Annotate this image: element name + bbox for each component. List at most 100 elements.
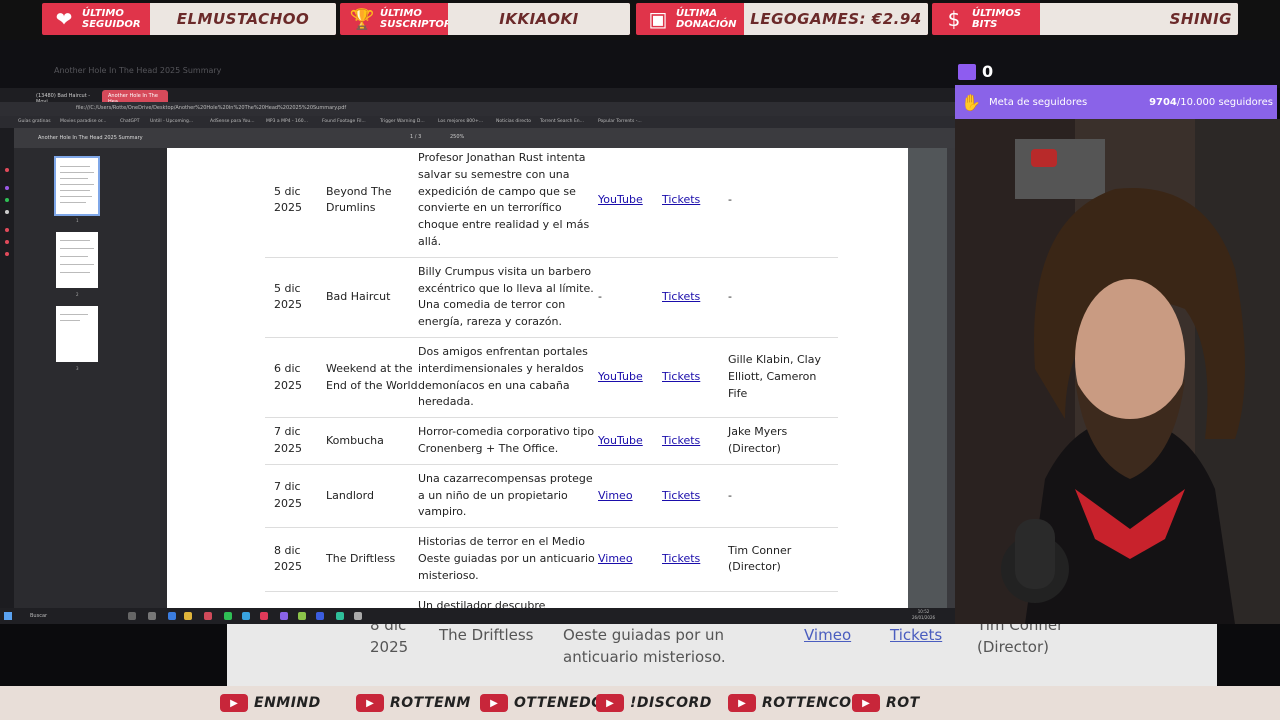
tickets-link[interactable]: Tickets — [662, 489, 700, 502]
app-icon[interactable] — [260, 612, 268, 620]
scrollbar[interactable] — [947, 148, 955, 608]
film-title-cell: Beyond The Drumlins — [326, 148, 418, 258]
viewer-count: 0 — [982, 62, 994, 81]
alert-label: Último suscriptor — [380, 8, 452, 30]
discord-icon: ▶ — [596, 694, 624, 712]
x-icon[interactable] — [5, 210, 9, 214]
tickets-link[interactable]: Tickets — [662, 434, 700, 447]
page-indicator[interactable]: 1 / 3 — [410, 134, 421, 140]
tickets-link[interactable]: Tickets — [662, 370, 700, 383]
bookmark-item[interactable]: ChatGPT — [120, 119, 139, 124]
tab-youtube[interactable]: (13480) Bad Haircut - Movi — [30, 90, 100, 105]
sidebar-icon[interactable] — [5, 186, 9, 190]
bookmark-item[interactable]: AdSense para You... — [210, 119, 255, 124]
address-bar[interactable]: file:///C:/Users/Rotte/OneDrive/Desktop/… — [0, 102, 955, 116]
app-icon[interactable] — [148, 612, 156, 620]
tickets-link-cell: Tickets — [662, 417, 728, 465]
trailer-link-cell: Vimeo — [598, 527, 662, 592]
trailer-link[interactable]: YouTube — [598, 434, 643, 447]
bookmark-item[interactable]: Movies paradise or... — [60, 119, 106, 124]
bookmark-item[interactable]: Guías gratinas — [18, 119, 51, 124]
alert-value: ELMUSTACHOO — [150, 3, 336, 35]
steam-icon: ▶ — [356, 694, 384, 712]
film-title-cell: Bad Haircut — [326, 257, 418, 338]
ticker-text: ENMIND — [254, 695, 321, 711]
film-director-cell: - — [728, 148, 838, 258]
pdf-viewer[interactable]: 5 dic 2025 Beyond The Drumlins Profesor Jo… — [167, 148, 947, 608]
bookmark-item[interactable]: Untill - Upcoming... — [150, 119, 193, 124]
pdf-toolbar: Another Hole In The Head 2025 Summary 1 … — [14, 128, 955, 148]
tab-pdf[interactable]: Another Hole In The Hea — [102, 90, 168, 105]
film-date-cell: 5 dic 2025 — [265, 257, 326, 338]
trailer-link[interactable]: YouTube — [598, 370, 643, 383]
trailer-link[interactable]: Vimeo — [598, 489, 633, 502]
tab-bar: (13480) Bad Haircut - Movi Another Hole … — [0, 88, 955, 105]
trailer-link-cell: Vimeo — [598, 464, 662, 529]
bookmark-item[interactable]: Found Footage Fil... — [322, 119, 366, 124]
bg-tickets-link: Tickets — [890, 626, 943, 644]
thumbnail-page-1[interactable] — [54, 156, 100, 216]
whatsapp-icon[interactable] — [224, 612, 232, 620]
film-date-cell — [265, 591, 326, 608]
film-director: - — [728, 192, 732, 206]
start-icon[interactable] — [4, 612, 12, 620]
heart-icon: ❤ — [55, 7, 73, 31]
browser-sidebar — [0, 128, 14, 608]
app-icon[interactable] — [336, 612, 344, 620]
bookmark-item[interactable]: Popular Torrents -... — [598, 119, 642, 124]
sidebar-icon[interactable] — [5, 240, 9, 244]
bookmarks-bar: Guías gratinas Movies paradise or... Cha… — [0, 116, 955, 128]
bookmark-item[interactable]: MP3 a MP4 - 160... — [266, 119, 308, 124]
bookmark-item[interactable]: Trigger Warning D... — [380, 119, 425, 124]
alert-last-bits: $ Últimos bits SHINIG — [932, 3, 1238, 35]
money-bag-icon: $ — [947, 7, 961, 31]
alert-last-subscriber: 🏆 Último suscriptor IKKIAOKI — [340, 3, 630, 35]
follower-goal: ✋ Meta de seguidores 9704/10.000 seguido… — [955, 85, 1277, 119]
film-date: 7 dic 2025 — [274, 480, 302, 510]
folder-icon[interactable] — [184, 612, 192, 620]
trailer-link-cell — [598, 591, 662, 608]
bookmark-item[interactable]: Los mejores 800+... — [438, 119, 483, 124]
film-director-cell: - — [728, 257, 838, 338]
browser-icon[interactable] — [204, 612, 212, 620]
film-title: Landlord — [326, 488, 374, 502]
bookmark-item[interactable]: Noticias directo — [496, 119, 531, 124]
thumbnail-page-2[interactable] — [56, 232, 98, 288]
ticker-item: ▶ ROTTENM — [356, 686, 471, 720]
trailer-link[interactable]: YouTube — [598, 193, 643, 206]
thumbnail-page-3[interactable] — [56, 306, 98, 362]
trailer-link-cell: YouTube — [598, 337, 662, 419]
film-description-cell: Historias de terror en el Medio Oeste gu… — [418, 527, 598, 592]
tickets-link[interactable]: Tickets — [662, 552, 700, 565]
taskbar-search[interactable]: Buscar — [18, 611, 118, 621]
app-icon[interactable] — [316, 612, 324, 620]
taskview-icon[interactable] — [128, 612, 136, 620]
goal-value: 9704/10.000 seguidores — [1149, 97, 1273, 108]
url-text[interactable]: file:///C:/Users/Rotte/OneDrive/Desktop/… — [76, 105, 346, 111]
table-row: 8 dic 2025 The Driftless Historias de terr… — [265, 527, 838, 592]
sidebar-icon[interactable] — [5, 228, 9, 232]
app-icon[interactable] — [280, 612, 288, 620]
film-date-cell: 7 dic 2025 — [265, 464, 326, 529]
bookmark-item[interactable]: Torrent Search En... — [540, 119, 584, 124]
table-row: 7 dic 2025 Kombucha Horror-comedia corpora… — [265, 417, 838, 465]
sidebar-icon[interactable] — [5, 168, 9, 172]
taskbar-clock[interactable]: 10:52 26/01/2026 — [912, 609, 935, 621]
tickets-link-cell: Tickets — [662, 527, 728, 592]
table-row: Un destilador descubre — [265, 591, 838, 608]
app-icon[interactable] — [242, 612, 250, 620]
app-icon[interactable] — [168, 612, 176, 620]
sidebar-icon[interactable] — [5, 252, 9, 256]
whatsapp-icon[interactable] — [5, 198, 9, 202]
bg-director-1: Tim Conner — [977, 624, 1064, 634]
page-current[interactable]: 1 — [410, 134, 413, 140]
trailer-link[interactable]: Vimeo — [598, 552, 633, 565]
app-icon[interactable] — [354, 612, 362, 620]
pdf-title: Another Hole In The Head 2025 Summary — [38, 135, 143, 141]
trophy-icon: 🏆 — [349, 7, 375, 31]
film-director-cell: Jake Myers (Director) — [728, 417, 838, 465]
zoom-level[interactable]: 250% — [450, 134, 464, 140]
app-icon[interactable] — [298, 612, 306, 620]
tickets-link[interactable]: Tickets — [662, 193, 700, 206]
tickets-link[interactable]: Tickets — [662, 290, 700, 303]
